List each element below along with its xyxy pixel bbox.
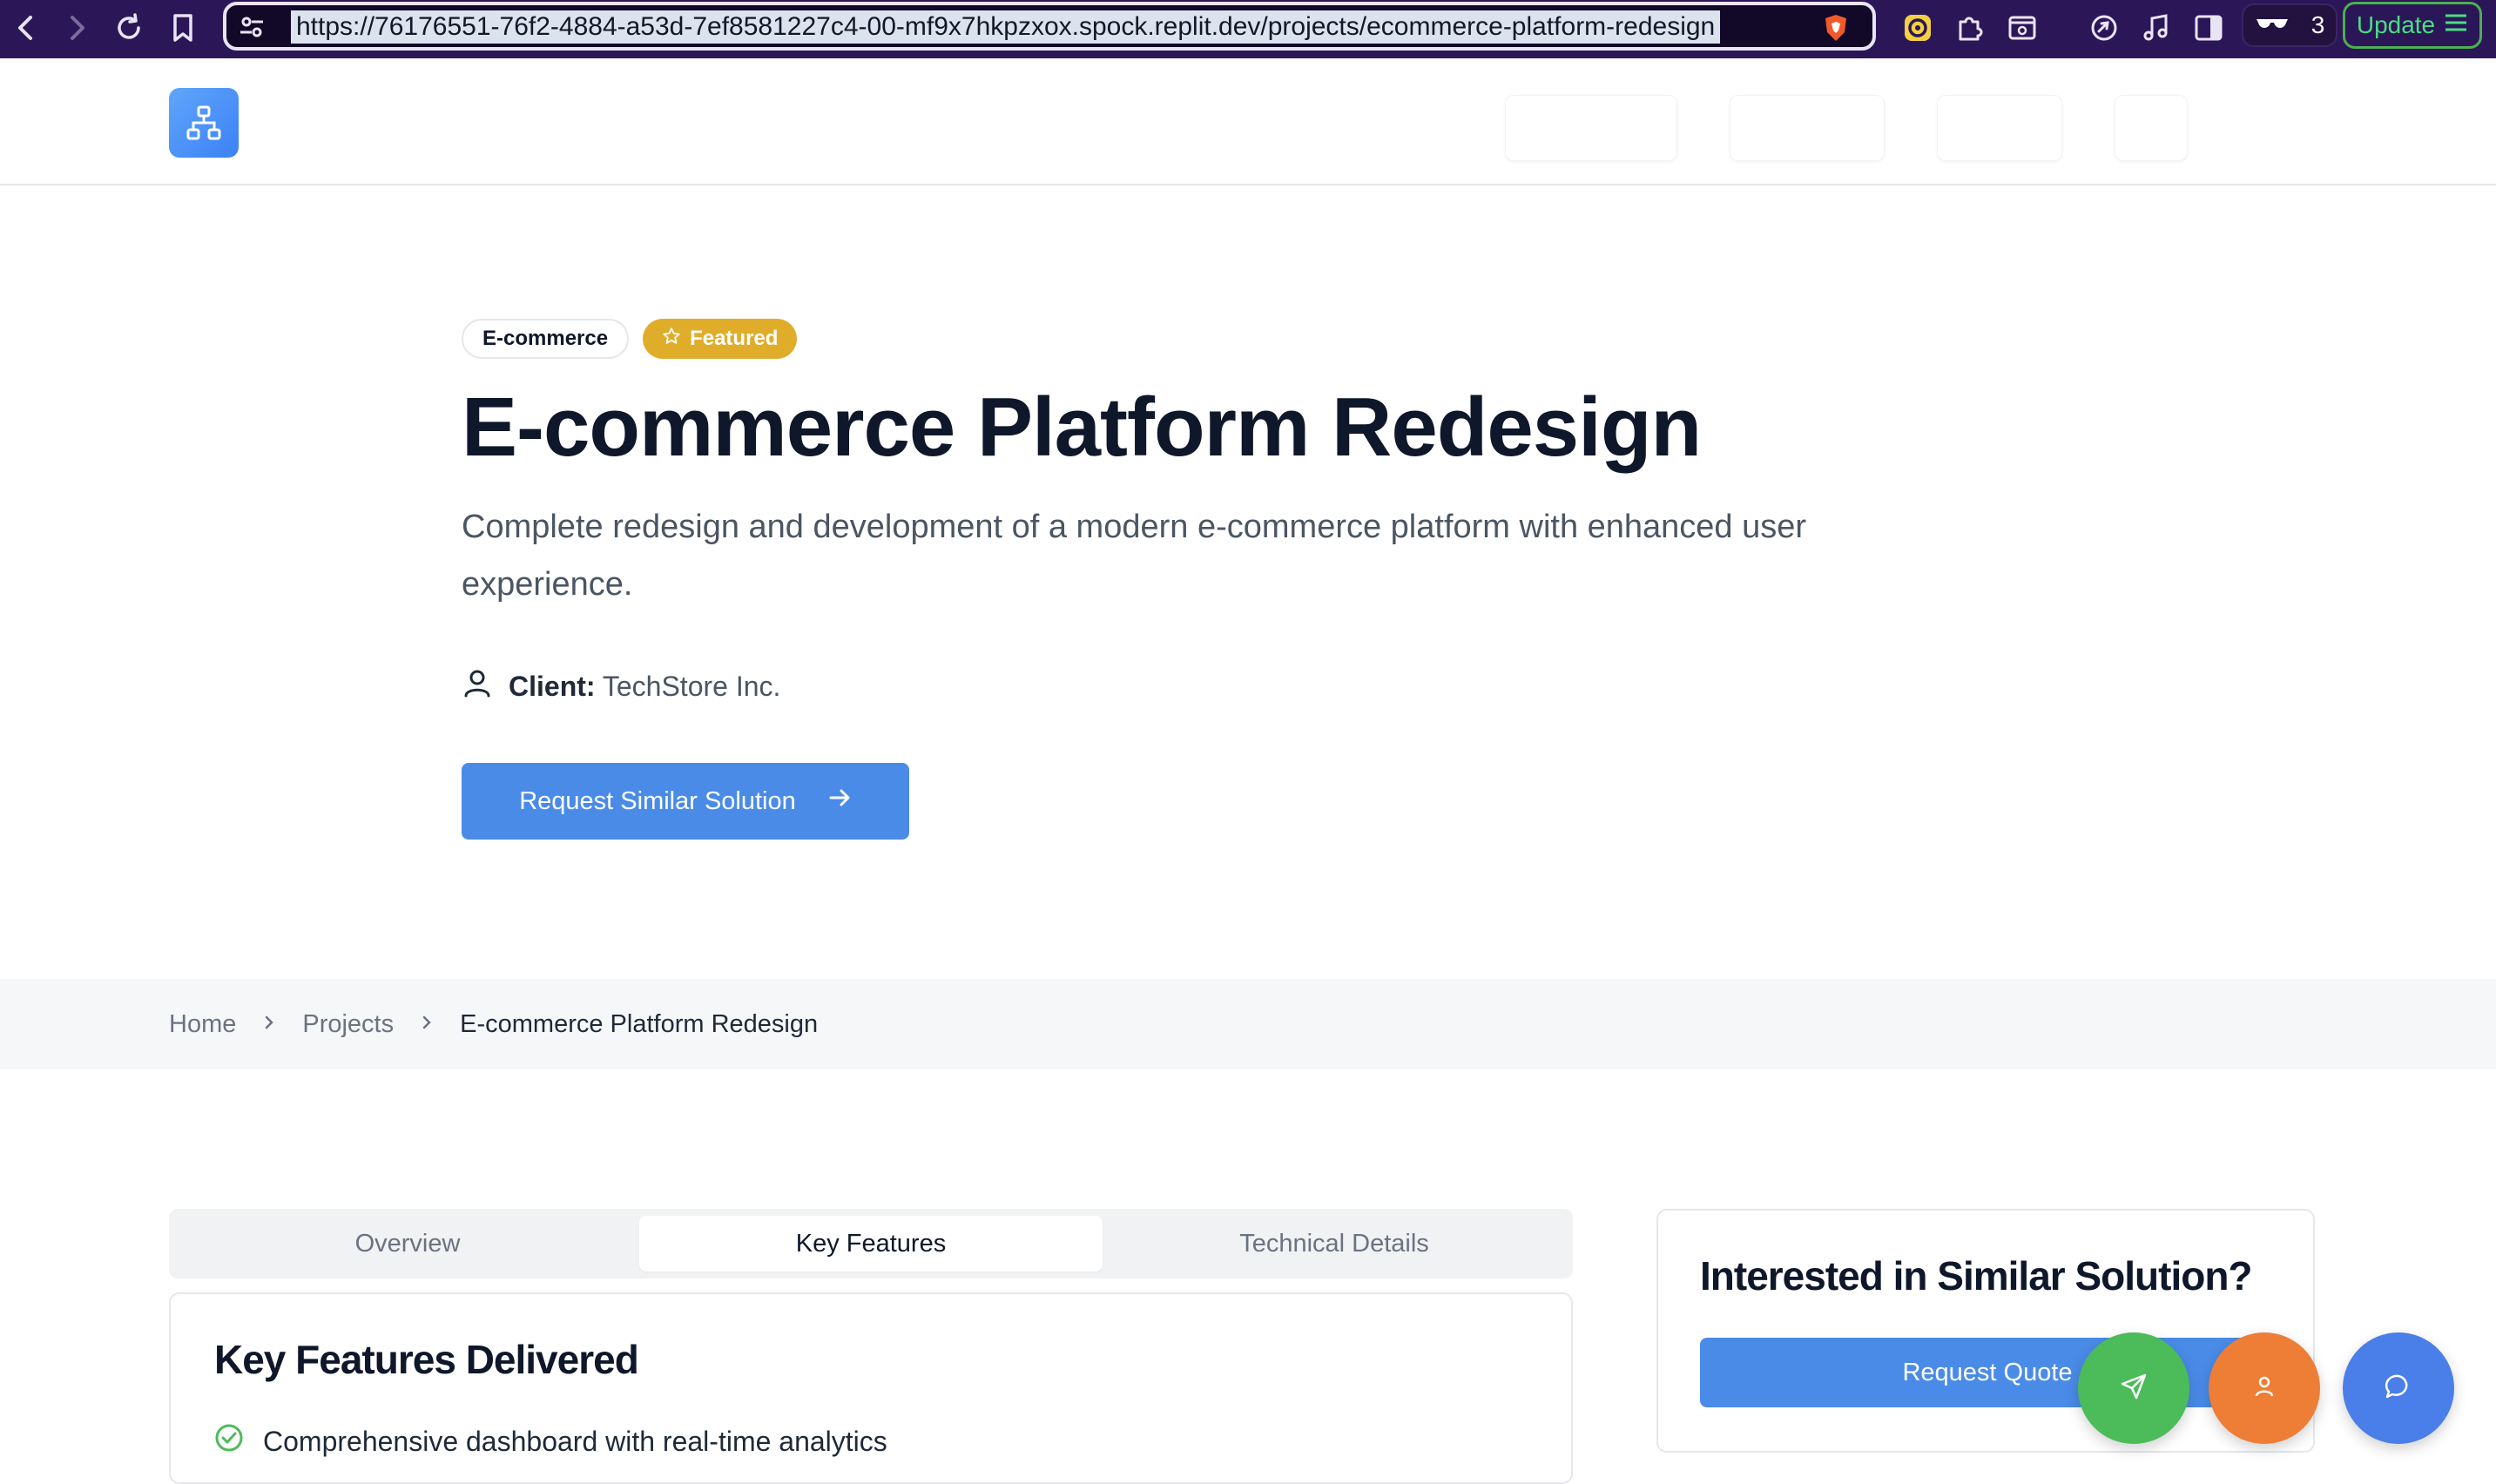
sidebar-toggle-icon[interactable] [2189,9,2228,47]
chat-icon [2385,1373,2412,1405]
chevron-right-icon [418,1010,435,1039]
nav-placeholder-2[interactable] [1730,95,1885,161]
nav-placeholder-3[interactable] [1937,95,2062,161]
page-title: E-commerce Platform Redesign [462,381,1702,474]
private-window-badge[interactable]: 3 [2242,3,2337,47]
tab-key-features[interactable]: Key Features [639,1216,1103,1272]
user-icon [462,667,493,705]
url-text[interactable]: https://76176551-76f2-4884-a53d-7ef85812… [291,10,1721,44]
extension-icon[interactable] [1899,9,1937,47]
feature-text: Comprehensive dashboard with real-time a… [263,1425,887,1457]
featured-badge: Featured [643,319,798,359]
chevron-right-icon [260,1010,278,1039]
bookmark-icon[interactable] [164,9,202,47]
send-icon [2119,1372,2149,1406]
tab-technical-details[interactable]: Technical Details [1103,1216,1566,1272]
update-button[interactable]: Update [2343,2,2482,49]
send-fab[interactable] [2078,1332,2189,1444]
chat-fab[interactable] [2343,1332,2454,1444]
star-icon [662,327,681,352]
network-icon[interactable] [169,88,239,158]
panel-heading: Key Features Delivered [214,1337,639,1382]
nav-placeholder-4[interactable] [2115,95,2188,161]
forward-icon[interactable] [57,9,96,47]
nav-placeholder-1[interactable] [1505,95,1677,161]
reload-icon[interactable] [110,9,148,47]
cta-label: Request Similar Solution [519,786,796,815]
menu-icon [2444,11,2468,39]
breadcrumb-projects[interactable]: Projects [302,1010,394,1039]
request-similar-solution-button[interactable]: Request Similar Solution [462,763,909,840]
hero-badges: E-commerce Featured [462,319,2116,359]
site-header [0,58,2496,186]
back-icon[interactable] [7,9,45,47]
user-fab[interactable] [2209,1332,2320,1444]
breadcrumb: Home Projects E-commerce Platform Redesi… [0,979,2496,1069]
project-tabs: Overview Key Features Technical Details [169,1209,1573,1278]
browser-toolbar: https://76176551-76f2-4884-a53d-7ef85812… [0,0,2496,58]
music-icon[interactable] [2137,9,2176,47]
arrow-right-icon [827,786,852,817]
client-info: Client: TechStore Inc. [462,667,780,705]
leo-icon[interactable] [2085,9,2123,47]
site-settings-icon[interactable] [239,14,265,40]
reader-icon[interactable] [2003,9,2041,47]
category-badge: E-commerce [462,319,630,359]
breadcrumb-current: E-commerce Platform Redesign [460,1009,819,1038]
address-bar[interactable]: https://76176551-76f2-4884-a53d-7ef85812… [223,2,1876,51]
featured-badge-label: Featured [690,327,779,350]
update-label: Update [2356,11,2436,38]
client-label: Client: [509,670,596,702]
user-icon [2252,1374,2277,1403]
puzzle-icon[interactable] [1951,9,1989,47]
glasses-count: 3 [2310,11,2325,38]
breadcrumb-home[interactable]: Home [169,1010,236,1039]
glasses-icon [2255,11,2290,39]
brave-shield-icon[interactable] [1822,13,1850,43]
client-value: TechStore Inc. [602,670,781,702]
card-heading: Interested in Similar Solution? [1700,1253,2253,1298]
key-features-panel: Key Features Delivered Comprehensive das… [169,1292,1573,1484]
tab-overview[interactable]: Overview [176,1216,639,1272]
page-subtitle: Complete redesign and development of a m… [462,509,1807,603]
